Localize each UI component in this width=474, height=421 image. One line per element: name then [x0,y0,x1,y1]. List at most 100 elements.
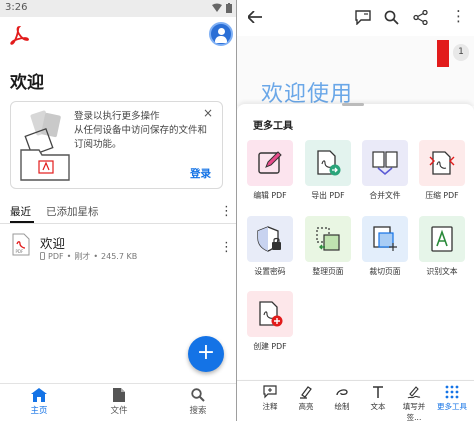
create-pdf-icon [259,301,283,327]
tool-set-password[interactable]: 设置密码 [246,216,294,277]
shield-lock-icon [257,226,281,252]
tool-draw[interactable]: 绘制 [325,385,359,412]
viewer-screen: ⋮ 1 欢迎使用 更多工具 编辑 PDF 导出 PDF 合并文件 压缩 PDF … [237,0,474,421]
sheet-drag-handle[interactable] [342,103,364,106]
tool-label: 裁切页面 [369,267,401,276]
tool-label: 设置密码 [254,267,286,276]
file-size: 245.7 KB [101,252,138,261]
more-tools-title: 更多工具 [253,121,293,132]
tool-label: 识别文本 [426,267,458,276]
tool-recognize-text[interactable]: 识别文本 [418,216,466,277]
wifi-icon [212,3,222,16]
nav-search[interactable]: 搜索 [173,388,223,416]
tool-label: 压缩 PDF [425,191,459,200]
promo-close-button[interactable]: × [203,106,213,120]
text-icon [373,386,383,398]
signin-button[interactable]: 登录 [190,166,211,181]
tool-crop-pages[interactable]: 裁切页面 [361,216,409,277]
home-tabs: 最近 已添加星标 ⋮ [0,201,237,223]
tool-export-pdf[interactable]: 导出 PDF [304,140,352,201]
nav-search-label: 搜索 [189,406,207,416]
tabs-more-icon[interactable]: ⋮ [220,205,233,218]
tool-highlight[interactable]: 高亮 [289,385,323,412]
more-tools-sheet: 更多工具 编辑 PDF 导出 PDF 合并文件 压缩 PDF 设置密码 整理页面… [237,103,474,379]
tool-create-pdf[interactable]: 创建 PDF [246,291,294,352]
recognize-text-icon-tile [419,216,465,262]
home-screen: 3:26 欢迎 登录以执行更多操作 从任何设备中访问保存的文件和 订阅功能。 ×… [0,0,237,421]
meta-separator: • [93,252,99,261]
create-fab-button[interactable]: + [188,336,224,372]
tool-more-tools-label: 更多工具 [437,402,467,411]
promo-line-1: 登录以执行更多操作 [74,111,160,122]
tool-text[interactable]: 文本 [361,385,395,412]
search-icon [191,388,205,402]
home-welcome-title: 欢迎 [10,73,44,93]
back-arrow-icon[interactable] [248,11,262,23]
document-view[interactable]: 1 欢迎使用 [237,36,474,107]
adobe-page-thumbnail [437,40,449,67]
draw-icon [336,389,348,396]
svg-text:PDF: PDF [16,249,24,254]
file-time: 刚才 [74,252,91,261]
promo-text: 登录以执行更多操作 从任何设备中访问保存的文件和 订阅功能。 [74,110,217,152]
combine-files-icon-tile [362,140,408,186]
promo-line-2: 从任何设备中访问保存的文件和 [74,125,208,136]
file-list-item[interactable]: PDF 欢迎 PDF • 刚才 • 245.7 KB ⋮ [0,231,237,267]
highlighter-icon [300,386,312,399]
set-password-icon-tile [247,216,293,262]
tool-comment[interactable]: 注释 [253,385,287,412]
tool-edit-pdf[interactable]: 编辑 PDF [246,140,294,201]
file-more-icon[interactable]: ⋮ [220,241,233,254]
edit-pdf-icon-tile [247,140,293,186]
tool-draw-label: 绘制 [334,402,350,411]
signin-promo-card: 登录以执行更多操作 从任何设备中访问保存的文件和 订阅功能。 × 登录 [10,101,223,189]
share-icon[interactable] [413,10,428,25]
compress-pdf-icon-tile [419,140,465,186]
file-name: 欢迎 [40,236,66,251]
status-icons [212,3,232,16]
home-icon [31,388,47,402]
tab-starred[interactable]: 已添加星标 [46,204,99,219]
home-app-bar [0,17,237,53]
quick-tools-bar: 注释 高亮 绘制 文本 填写并签... 更多工具 [237,380,474,421]
export-pdf-icon [317,150,341,176]
viewer-app-bar: ⋮ [237,0,474,36]
tool-more-tools[interactable]: 更多工具 [435,385,469,412]
tool-label: 合并文件 [369,191,401,200]
document-folder-illustration-icon [20,110,70,181]
pdf-file-icon: PDF [12,233,30,256]
device-icon [40,251,45,262]
tool-label: 导出 PDF [311,191,345,200]
tool-fill-sign-label: 填写并签... [402,402,426,421]
nav-home[interactable]: 主页 [14,388,64,416]
tab-recent[interactable]: 最近 [10,204,31,219]
tool-fill-sign[interactable]: 填写并签... [397,385,431,421]
create-pdf-icon-tile [247,291,293,337]
recognize-text-icon [431,226,453,252]
acrobat-logo-icon [10,26,29,45]
tool-text-label: 文本 [370,402,386,411]
file-type: PDF [48,252,64,261]
tool-label: 整理页面 [312,267,344,276]
profile-avatar[interactable] [209,22,233,46]
status-time: 3:26 [5,2,28,13]
tool-combine-files[interactable]: 合并文件 [361,140,409,201]
add-comment-icon [263,385,277,399]
tool-highlight-label: 高亮 [298,402,314,411]
nav-files-label: 文件 [110,406,128,416]
nav-files[interactable]: 文件 [94,388,144,416]
organize-pages-icon-tile [305,216,351,262]
tool-compress-pdf[interactable]: 压缩 PDF [418,140,466,201]
export-pdf-icon-tile [305,140,351,186]
crop-icon [373,226,397,251]
tool-organize-pages[interactable]: 整理页面 [304,216,352,277]
comment-icon[interactable] [355,10,371,25]
viewer-more-icon[interactable]: ⋮ [451,9,466,24]
organize-pages-icon [316,227,340,251]
viewer-search-icon[interactable] [384,10,399,25]
bottom-navigation: 主页 文件 搜索 [0,383,237,421]
crop-pages-icon-tile [362,216,408,262]
compress-pdf-icon [429,151,455,175]
page-number-badge: 1 [453,44,469,61]
tool-comment-label: 注释 [262,402,278,411]
